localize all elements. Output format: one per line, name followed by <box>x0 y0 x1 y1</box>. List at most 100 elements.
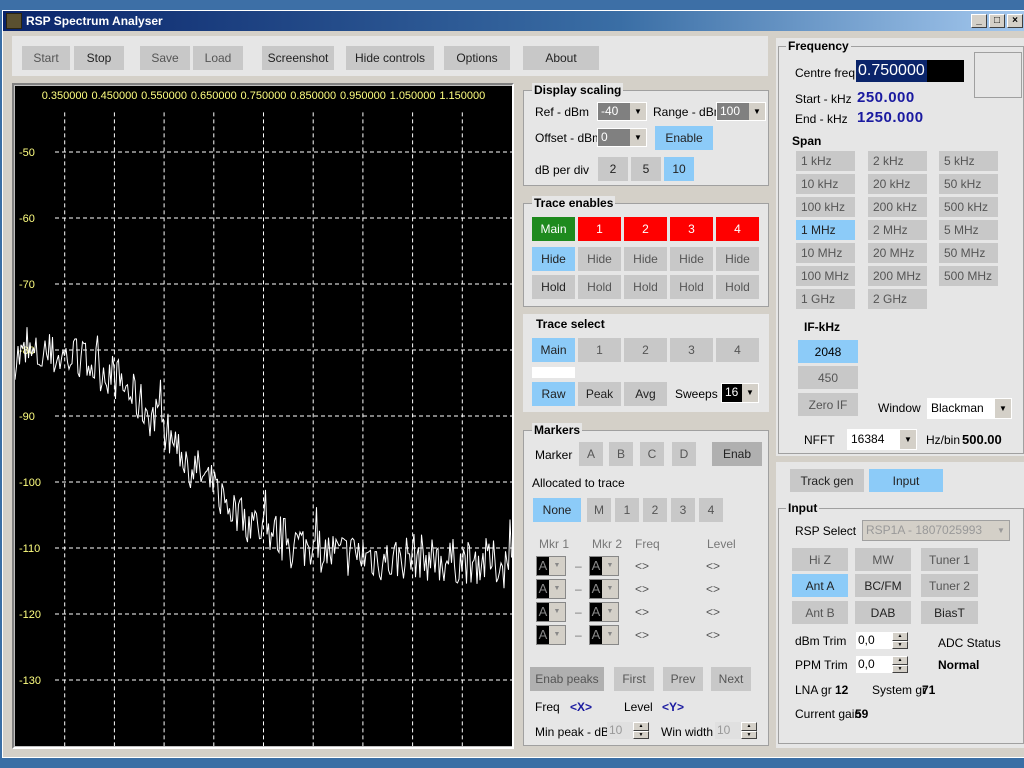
span-option[interactable]: 50 MHz <box>939 243 998 263</box>
enable-scaling-button[interactable]: Enable <box>655 126 713 150</box>
min-peak-spinner[interactable]: 10 ▲ ▼ <box>607 722 649 739</box>
span-option[interactable]: 500 MHz <box>939 266 998 286</box>
db-per-div-2-button[interactable]: 2 <box>598 157 628 181</box>
mkr2-dropdown[interactable]: A ▼ <box>589 602 619 622</box>
raw-mode-button[interactable]: Raw <box>532 382 575 406</box>
window-dropdown[interactable]: Blackman ▼ <box>927 398 1012 419</box>
screenshot-button[interactable]: Screenshot <box>262 46 334 70</box>
centre-freq-input[interactable]: 0.750000 <box>856 60 964 82</box>
trace-select-main[interactable]: Main <box>532 338 575 362</box>
trace-select-1[interactable]: 1 <box>578 338 621 362</box>
load-button[interactable]: Load <box>193 46 243 70</box>
alloc-m-button[interactable]: M <box>587 498 611 522</box>
hide-4-button[interactable]: Hide <box>716 247 759 271</box>
spin-up-icon[interactable]: ▲ <box>741 722 757 731</box>
alloc-none-button[interactable]: None <box>533 498 581 522</box>
tuner2-button[interactable]: Tuner 2 <box>921 574 978 597</box>
mkr1-dropdown[interactable]: A ▼ <box>536 556 566 576</box>
trace-select-4[interactable]: 4 <box>716 338 759 362</box>
mkr2-dropdown[interactable]: A ▼ <box>589 625 619 645</box>
span-option[interactable]: 1 GHz <box>796 289 855 309</box>
marker-enab-button[interactable]: Enab <box>712 442 762 466</box>
spin-down-icon[interactable]: ▼ <box>892 664 908 673</box>
hide-3-button[interactable]: Hide <box>670 247 713 271</box>
hide-controls-button[interactable]: Hide controls <box>346 46 434 70</box>
if-2048-button[interactable]: 2048 <box>798 340 858 363</box>
span-option[interactable]: 1 MHz <box>796 220 855 240</box>
spin-down-icon[interactable]: ▼ <box>892 640 908 649</box>
hide-1-button[interactable]: Hide <box>578 247 621 271</box>
spin-down-icon[interactable]: ▼ <box>741 730 757 739</box>
marker-c-button[interactable]: C <box>640 442 664 466</box>
dbm-trim-spinner[interactable]: 0,0 ▲ ▼ <box>856 632 908 649</box>
alloc-4-button[interactable]: 4 <box>699 498 723 522</box>
range-dropdown[interactable]: 100 ▼ <box>716 102 766 121</box>
span-option[interactable]: 10 kHz <box>796 174 855 194</box>
close-button[interactable]: × <box>1007 14 1023 28</box>
if-450-button[interactable]: 450 <box>798 366 858 389</box>
trace-enable-2[interactable]: 2 <box>624 217 667 241</box>
trace-enable-main[interactable]: Main <box>532 217 575 241</box>
hiz-button[interactable]: Hi Z <box>792 548 848 571</box>
ref-dropdown[interactable]: -40 ▼ <box>597 102 647 121</box>
trace-select-2[interactable]: 2 <box>624 338 667 362</box>
mw-button[interactable]: MW <box>855 548 911 571</box>
marker-a-button[interactable]: A <box>579 442 603 466</box>
span-option[interactable]: 200 kHz <box>868 197 927 217</box>
db-per-div-5-button[interactable]: 5 <box>631 157 661 181</box>
ant-a-button[interactable]: Ant A <box>792 574 848 597</box>
trace-enable-1[interactable]: 1 <box>578 217 621 241</box>
span-option[interactable]: 2 GHz <box>868 289 927 309</box>
spin-up-icon[interactable]: ▲ <box>633 722 649 731</box>
span-option[interactable]: 2 kHz <box>868 151 927 171</box>
peak-mode-button[interactable]: Peak <box>578 382 621 406</box>
hold-3-button[interactable]: Hold <box>670 275 713 299</box>
sweeps-dropdown[interactable]: 16 ▼ <box>721 383 759 403</box>
span-option[interactable]: 5 MHz <box>939 220 998 240</box>
zero-if-button[interactable]: Zero IF <box>798 393 858 416</box>
span-option[interactable]: 100 MHz <box>796 266 855 286</box>
hold-2-button[interactable]: Hold <box>624 275 667 299</box>
stop-button[interactable]: Stop <box>74 46 124 70</box>
db-per-div-10-button[interactable]: 10 <box>664 157 694 181</box>
bcfm-button[interactable]: BC/FM <box>855 574 911 597</box>
offset-dropdown[interactable]: 0 ▼ <box>597 128 647 147</box>
avg-mode-button[interactable]: Avg <box>624 382 667 406</box>
trace-enable-3[interactable]: 3 <box>670 217 713 241</box>
title-bar[interactable]: RSP Spectrum Analyser _ □ × <box>3 11 1024 31</box>
prev-peak-button[interactable]: Prev <box>663 667 703 691</box>
options-button[interactable]: Options <box>444 46 510 70</box>
span-option[interactable]: 20 kHz <box>868 174 927 194</box>
input-tab[interactable]: Input <box>869 469 943 492</box>
ppm-trim-spinner[interactable]: 0,0 ▲ ▼ <box>856 656 908 673</box>
alloc-1-button[interactable]: 1 <box>615 498 639 522</box>
span-option[interactable]: 2 MHz <box>868 220 927 240</box>
spectrum-plot[interactable]: 0.350000 0.450000 0.550000 0.650000 0.750000… <box>15 86 512 746</box>
span-option[interactable]: 500 kHz <box>939 197 998 217</box>
tuner1-button[interactable]: Tuner 1 <box>921 548 978 571</box>
hold-main-button[interactable]: Hold <box>532 275 575 299</box>
track-gen-tab[interactable]: Track gen <box>790 469 864 492</box>
alloc-3-button[interactable]: 3 <box>671 498 695 522</box>
span-option[interactable]: 100 kHz <box>796 197 855 217</box>
trace-enable-4[interactable]: 4 <box>716 217 759 241</box>
ant-b-button[interactable]: Ant B <box>792 601 848 624</box>
mkr1-dropdown[interactable]: A ▼ <box>536 625 566 645</box>
hold-1-button[interactable]: Hold <box>578 275 621 299</box>
next-peak-button[interactable]: Next <box>711 667 751 691</box>
biast-button[interactable]: BiasT <box>921 601 978 624</box>
span-option[interactable]: 5 kHz <box>939 151 998 171</box>
maximize-button[interactable]: □ <box>989 14 1005 28</box>
rsp-select-dropdown[interactable]: RSP1A - 1807025993 ▼ <box>862 520 1010 541</box>
span-option[interactable]: 200 MHz <box>868 266 927 286</box>
mkr2-dropdown[interactable]: A ▼ <box>589 556 619 576</box>
hide-2-button[interactable]: Hide <box>624 247 667 271</box>
alloc-2-button[interactable]: 2 <box>643 498 667 522</box>
minimize-button[interactable]: _ <box>971 14 987 28</box>
hold-4-button[interactable]: Hold <box>716 275 759 299</box>
first-peak-button[interactable]: First <box>614 667 654 691</box>
span-option[interactable]: 1 kHz <box>796 151 855 171</box>
dab-button[interactable]: DAB <box>855 601 911 624</box>
spin-down-icon[interactable]: ▼ <box>633 730 649 739</box>
mkr2-dropdown[interactable]: A ▼ <box>589 579 619 599</box>
